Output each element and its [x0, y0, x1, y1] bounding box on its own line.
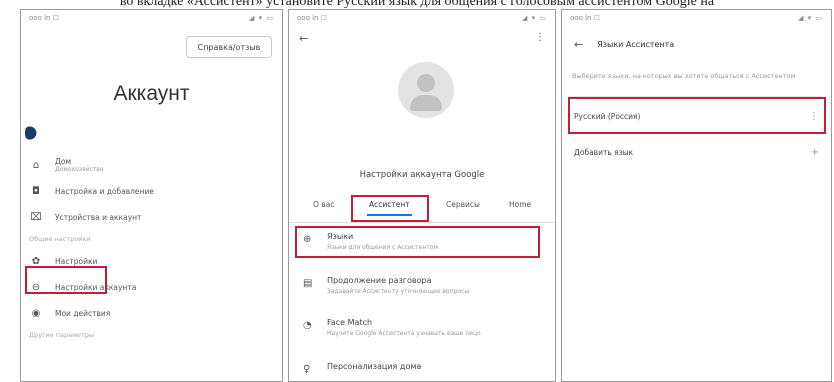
activity-icon: ◉ [31, 307, 41, 319]
list-item-face-match[interactable]: ◔ Face Match Научите Google Ассистента уз… [289, 318, 555, 337]
section-label: Общие настройки [29, 235, 91, 243]
home-sublabel: Домохозяйство [55, 166, 104, 173]
list-item-activity[interactable]: ◉ Мои действия [21, 300, 282, 326]
status-icons: ◢ ▾ ▭ [798, 14, 823, 22]
phone-screen-account: ooo ln ☐ ◢ ▾ ▭ Справка/отзыв Аккаунт ⌂ Д… [20, 9, 283, 382]
highlight-assistant-tab [351, 195, 429, 222]
more-menu-icon[interactable]: ⋮ [535, 32, 545, 43]
list-item-continued-conversation[interactable]: ▤ Продолжение разговора Задавайте Ассисте… [289, 276, 555, 295]
phone-screen-google-settings: ooo ln ☐ ◢ ▾ ▭ ← ⋮ Настройки аккаунта Go… [288, 9, 556, 382]
setup-icon: ◘ [32, 185, 40, 197]
continued-conversation-title: Продолжение разговора [327, 276, 432, 285]
back-arrow-icon[interactable]: ← [574, 38, 583, 51]
highlight-settings [25, 266, 107, 294]
devices-label: Устройства и аккаунт [55, 212, 142, 222]
list-item-home-personalization[interactable]: ♀ Персонализация дома [289, 362, 555, 375]
avatar[interactable] [25, 122, 39, 144]
languages-header: ← Языки Ассистента [574, 38, 674, 51]
status-left: ooo ln ☐ [570, 14, 600, 22]
back-arrow-icon[interactable]: ← [299, 32, 308, 45]
status-icons: ◢ ▾ ▭ [522, 14, 547, 22]
highlight-languages [295, 226, 540, 258]
highlight-russian [568, 97, 826, 134]
home-label: Дом [55, 157, 72, 166]
status-bar: ooo ln ☐ ◢ ▾ ▭ [562, 10, 831, 26]
tab-home[interactable]: Home [509, 200, 531, 209]
languages-header-title: Языки Ассистента [597, 40, 675, 49]
face-match-title: Face Match [327, 318, 373, 327]
tab-services[interactable]: Сервисы [446, 200, 480, 209]
page-title: Аккаунт [113, 82, 190, 105]
account-settings-title: Настройки аккаунта Google [359, 170, 485, 180]
tab-divider [289, 222, 555, 223]
languages-description: Выберите языки, на которых вы хотите общ… [572, 72, 796, 80]
home-icon: ⌂ [32, 159, 40, 171]
activity-label: Мои действия [55, 308, 111, 318]
footer-section-label: Другие параметры [29, 331, 95, 339]
add-language-row[interactable]: Добавить язык + [562, 136, 831, 168]
status-left: ooo ln ☐ [29, 14, 59, 22]
list-item-home[interactable]: ⌂ Дом Домохозяйство [21, 152, 282, 178]
face-icon: ◔ [303, 320, 312, 331]
status-left: ooo ln ☐ [297, 14, 327, 22]
status-bar: ooo ln ☐ ◢ ▾ ▭ [21, 10, 282, 26]
setup-label: Настройка и добавление [55, 186, 154, 196]
account-list: ⌂ Дом Домохозяйство ◘ Настройка и добавле… [21, 152, 282, 344]
phone-screen-assistant-languages: ooo ln ☐ ◢ ▾ ▭ ← Языки Ассистента Выбери… [561, 9, 832, 382]
home-personalization-title: Персонализация дома [327, 362, 422, 371]
gear-icon: ✿ [31, 255, 41, 267]
chat-icon: ▤ [303, 278, 313, 289]
status-bar: ooo ln ☐ ◢ ▾ ▭ [289, 10, 555, 26]
add-language-label: Добавить язык [574, 147, 634, 157]
face-match-sub: Научите Google Ассистента узнавать ваше … [327, 330, 481, 337]
list-item-setup[interactable]: ◘ Настройка и добавление [21, 178, 282, 204]
settings-label: Настройки [55, 256, 98, 266]
status-icons: ◢ ▾ ▭ [249, 14, 274, 22]
tab-about[interactable]: О вас [313, 200, 334, 209]
devices-icon: ⌧ [30, 211, 42, 223]
plus-icon[interactable]: + [811, 147, 819, 158]
list-item-devices[interactable]: ⌧ Устройства и аккаунт [21, 204, 282, 230]
help-feedback-button[interactable]: Справка/отзыв [186, 36, 272, 58]
continued-conversation-sub: Задавайте Ассистенту уточняющие вопросы [327, 288, 470, 295]
profile-avatar[interactable] [398, 62, 454, 118]
person-icon: ♀ [303, 364, 311, 375]
